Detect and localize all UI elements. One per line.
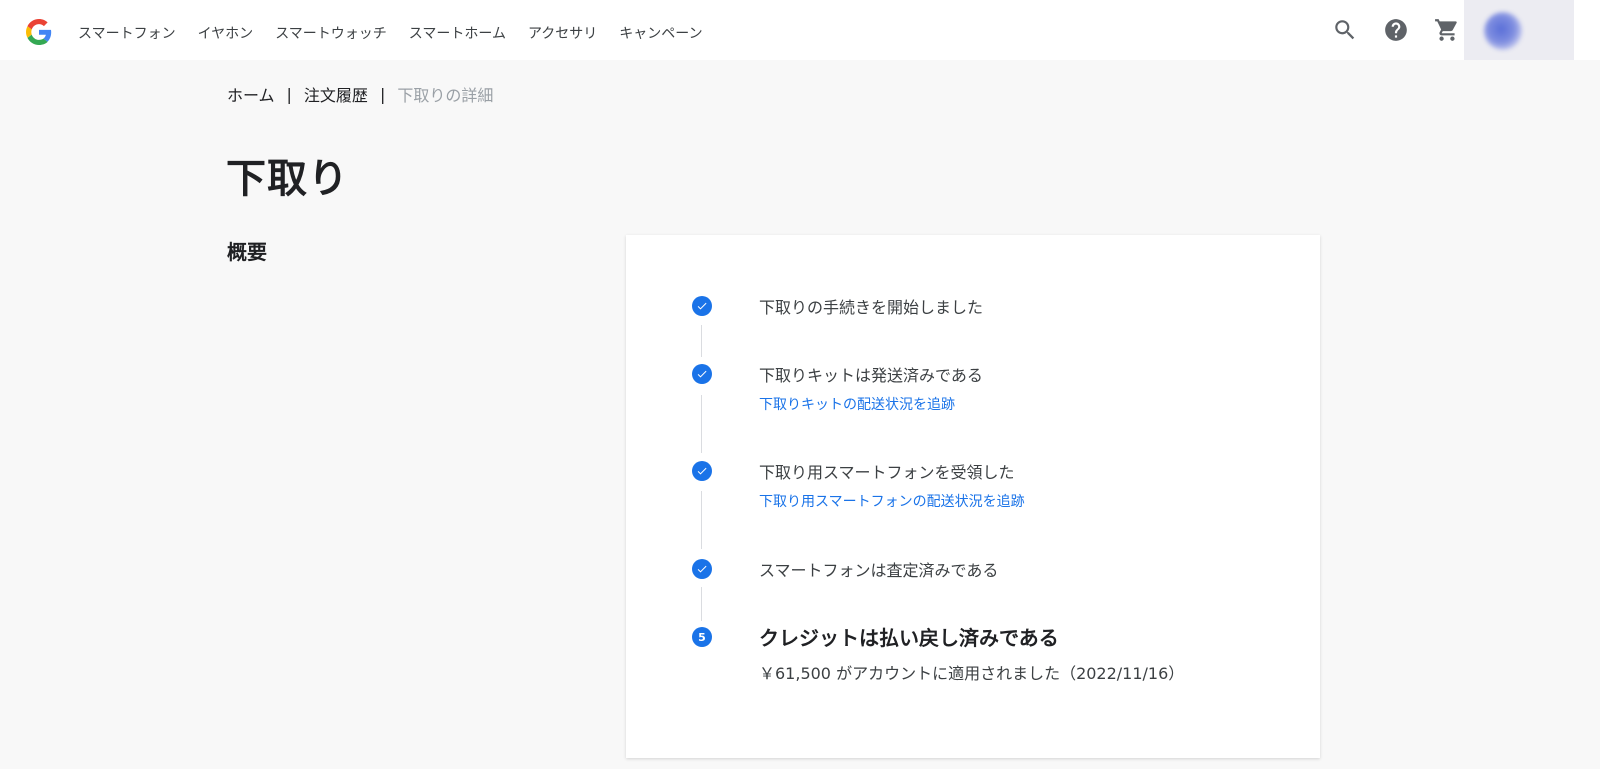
nav-item-smartwatches[interactable]: スマートウォッチ bbox=[275, 17, 387, 43]
breadcrumb-order-history[interactable]: 注文履歴 bbox=[304, 82, 368, 106]
check-circle-icon bbox=[692, 461, 712, 481]
breadcrumb-current: 下取りの詳細 bbox=[397, 86, 494, 105]
trade-in-status-card: 下取りの手続きを開始しました 下取りキットは発送済みである 下取りキットの配送状… bbox=[626, 235, 1320, 758]
check-circle-icon bbox=[692, 296, 712, 316]
timeline-connector bbox=[701, 587, 702, 621]
google-logo[interactable] bbox=[26, 19, 52, 45]
cart-icon[interactable] bbox=[1434, 17, 1460, 43]
track-kit-link[interactable]: 下取りキットの配送状況を追跡 bbox=[759, 394, 955, 414]
step-number-badge: 5 bbox=[692, 627, 712, 647]
timeline-connector bbox=[701, 325, 702, 357]
top-header: スマートフォン イヤホン スマートウォッチ スマートホーム アクセサリ キャンペ… bbox=[0, 0, 1600, 60]
nav-item-campaigns[interactable]: キャンペーン bbox=[619, 17, 702, 43]
step-title-current: クレジットは払い戻し済みである bbox=[759, 626, 1059, 650]
breadcrumb-separator: | bbox=[379, 84, 386, 104]
step-title: スマートフォンは査定済みである bbox=[759, 561, 999, 580]
section-title: 概要 bbox=[227, 240, 267, 264]
search-icon[interactable] bbox=[1332, 17, 1358, 43]
check-circle-icon bbox=[692, 364, 712, 384]
main-nav: スマートフォン イヤホン スマートウォッチ スマートホーム アクセサリ キャンペ… bbox=[78, 0, 725, 60]
credit-applied-detail: ￥61,500 がアカウントに適用されました（2022/11/16） bbox=[759, 664, 1185, 683]
breadcrumb-separator: | bbox=[286, 84, 292, 104]
track-phone-link[interactable]: 下取り用スマートフォンの配送状況を追跡 bbox=[759, 491, 1025, 511]
page-title: 下取り bbox=[226, 156, 349, 202]
nav-item-smart-home[interactable]: スマートホーム bbox=[409, 17, 506, 43]
timeline-connector bbox=[701, 395, 702, 453]
nav-item-earbuds[interactable]: イヤホン bbox=[198, 17, 254, 43]
nav-item-accessories[interactable]: アクセサリ bbox=[528, 17, 597, 43]
help-icon[interactable] bbox=[1383, 17, 1409, 43]
timeline-connector bbox=[701, 491, 702, 549]
breadcrumb: ホーム | 注文履歴 | 下取りの詳細 bbox=[227, 82, 493, 106]
step-title: 下取りキットは発送済みである bbox=[759, 366, 983, 385]
account-area[interactable] bbox=[1464, 0, 1574, 60]
nav-item-smartphones[interactable]: スマートフォン bbox=[78, 17, 176, 43]
breadcrumb-home[interactable]: ホーム bbox=[227, 82, 275, 106]
step-title: 下取り用スマートフォンを受領した bbox=[759, 463, 1015, 482]
avatar[interactable] bbox=[1484, 12, 1522, 50]
step-title: 下取りの手続きを開始しました bbox=[759, 298, 984, 317]
check-circle-icon bbox=[692, 559, 712, 579]
